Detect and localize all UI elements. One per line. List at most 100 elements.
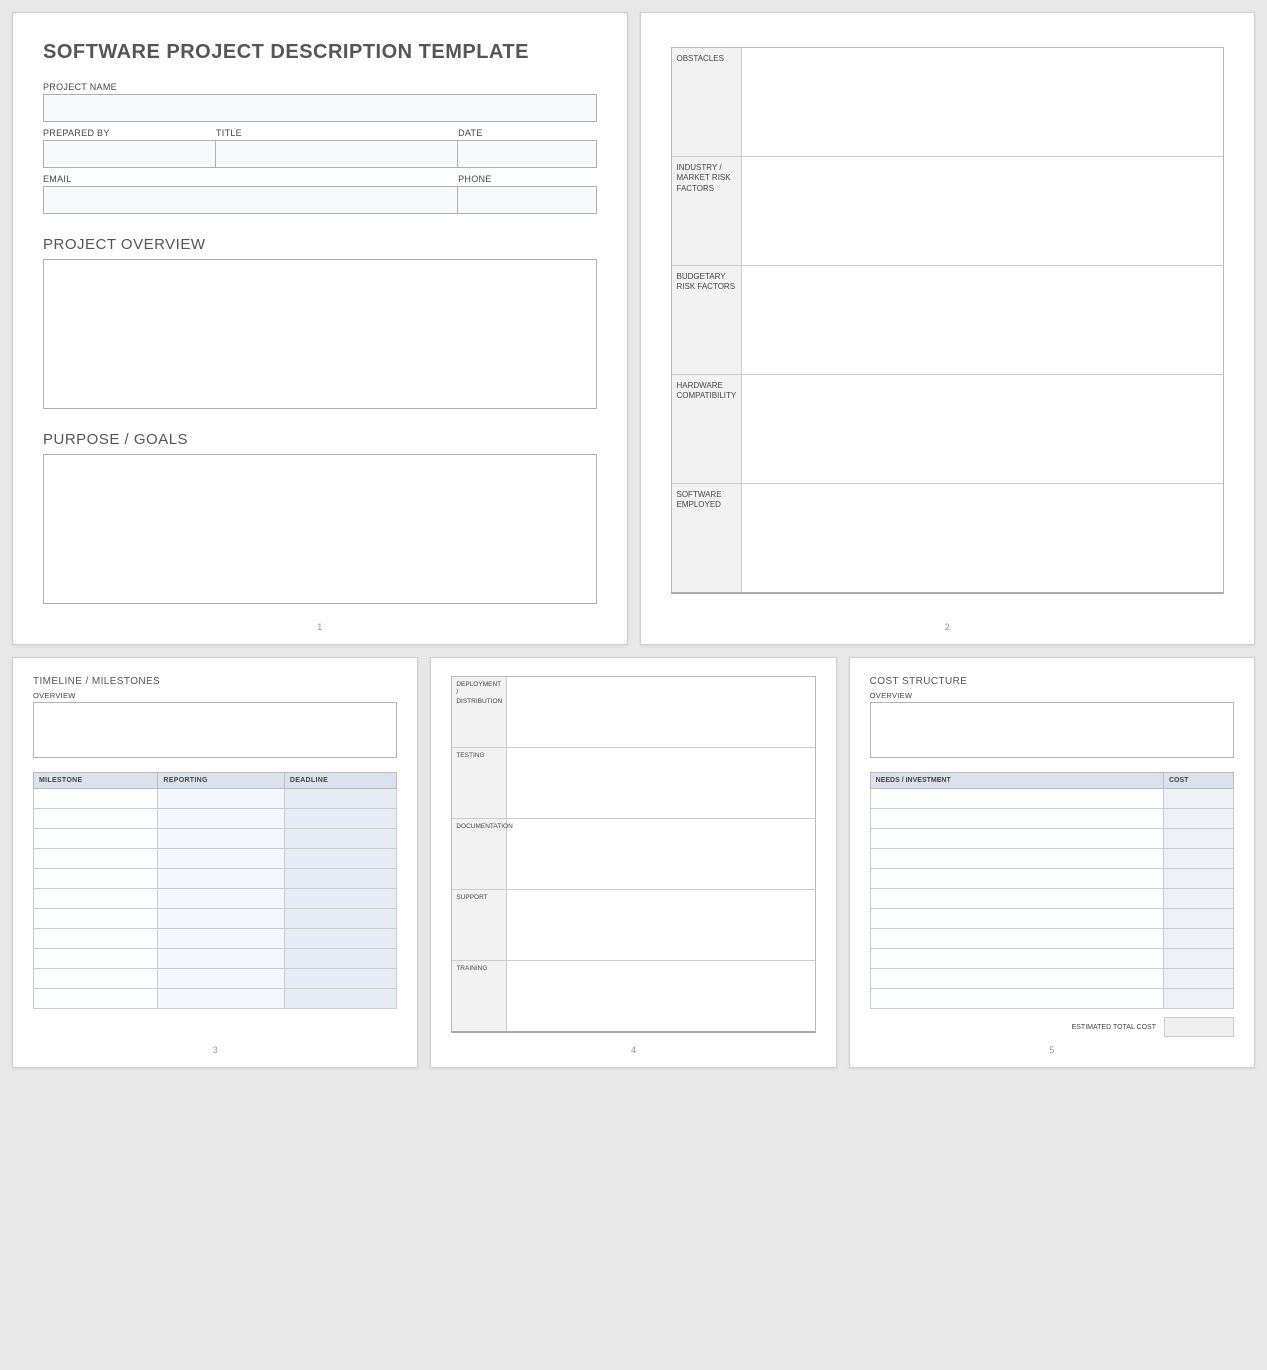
cell-deadline[interactable] [284,809,396,829]
field-timeline-overview[interactable] [33,702,397,758]
cell-reporting[interactable] [158,829,284,849]
cell-cost[interactable] [1164,809,1234,829]
cell-reporting[interactable] [158,849,284,869]
cell-milestone[interactable] [34,949,158,969]
cell-milestone[interactable] [34,789,158,809]
field-date[interactable] [458,140,596,168]
cell-cost[interactable] [1164,969,1234,989]
cell-deadline[interactable] [284,909,396,929]
cell-need[interactable] [870,929,1163,949]
cell-reporting[interactable] [158,889,284,909]
cell-cost[interactable] [1164,949,1234,969]
table-row [34,809,397,829]
label-project-name: PROJECT NAME [43,82,597,92]
cell-reporting[interactable] [158,969,284,989]
column-header: DEADLINE [284,773,396,789]
cell-milestone[interactable] [34,909,158,929]
cell-cost[interactable] [1164,889,1234,909]
cell-milestone[interactable] [34,969,158,989]
cell-reporting[interactable] [158,949,284,969]
cell-deadline[interactable] [284,969,396,989]
row-value[interactable] [742,266,1224,374]
row-label: DEPLOYMENT / DISTRIBUTION [452,677,507,747]
cost-table: NEEDS / INVESTMENTCOST [870,772,1234,1009]
cell-need[interactable] [870,889,1163,909]
cell-cost[interactable] [1164,929,1234,949]
cell-deadline[interactable] [284,949,396,969]
cell-need[interactable] [870,829,1163,849]
row-label: SOFTWARE EMPLOYED [672,484,742,592]
cell-reporting[interactable] [158,789,284,809]
label-overview: OVERVIEW [33,691,397,700]
table-row [34,829,397,849]
cell-need[interactable] [870,989,1163,1009]
row-value[interactable] [507,819,814,889]
label-email: EMAIL [43,174,458,184]
cell-deadline[interactable] [284,869,396,889]
field-project-overview[interactable] [43,259,597,409]
label-date: DATE [458,128,596,138]
field-purpose-goals[interactable] [43,454,597,604]
field-email[interactable] [43,186,458,214]
row-value[interactable] [742,375,1224,483]
cell-milestone[interactable] [34,849,158,869]
cell-milestone[interactable] [34,869,158,889]
cell-deadline[interactable] [284,929,396,949]
table-row: INDUSTRY / MARKET RISK FACTORS [672,156,1224,265]
cell-deadline[interactable] [284,889,396,909]
cell-reporting[interactable] [158,989,284,1009]
cell-need[interactable] [870,869,1163,889]
cell-deadline[interactable] [284,989,396,1009]
table-row [870,989,1233,1009]
risk-table: OBSTACLESINDUSTRY / MARKET RISK FACTORSB… [671,47,1225,594]
table-row: SOFTWARE EMPLOYED [672,483,1224,592]
field-title[interactable] [216,140,458,168]
cell-need[interactable] [870,789,1163,809]
field-cost-overview[interactable] [870,702,1234,758]
field-project-name[interactable] [43,94,597,122]
page-1: SOFTWARE PROJECT DESCRIPTION TEMPLATE PR… [12,12,628,645]
page-4: DEPLOYMENT / DISTRIBUTIONTESTINGDOCUMENT… [430,657,836,1068]
cell-cost[interactable] [1164,869,1234,889]
label-title: TITLE [216,128,458,138]
row-value[interactable] [507,748,814,818]
row-value[interactable] [507,890,814,960]
row-value[interactable] [742,48,1224,156]
field-prepared-by[interactable] [43,140,216,168]
cell-cost[interactable] [1164,849,1234,869]
cell-milestone[interactable] [34,989,158,1009]
cell-milestone[interactable] [34,829,158,849]
label-total-cost: ESTIMATED TOTAL COST [1072,1024,1156,1031]
column-header: REPORTING [158,773,284,789]
cell-milestone[interactable] [34,929,158,949]
cell-reporting[interactable] [158,809,284,829]
row-value[interactable] [742,484,1224,592]
row-value[interactable] [507,677,814,747]
cell-need[interactable] [870,949,1163,969]
heading-timeline: TIMELINE / MILESTONES [33,676,397,687]
table-row [34,969,397,989]
heading-purpose-goals: PURPOSE / GOALS [43,431,597,448]
cell-milestone[interactable] [34,889,158,909]
cell-cost[interactable] [1164,909,1234,929]
cell-need[interactable] [870,909,1163,929]
cell-deadline[interactable] [284,829,396,849]
cell-reporting[interactable] [158,909,284,929]
field-total-cost[interactable] [1164,1017,1234,1037]
cell-reporting[interactable] [158,869,284,889]
row-value[interactable] [742,157,1224,265]
cell-cost[interactable] [1164,989,1234,1009]
cell-cost[interactable] [1164,829,1234,849]
cell-cost[interactable] [1164,789,1234,809]
row-label: OBSTACLES [672,48,742,156]
cell-deadline[interactable] [284,789,396,809]
cell-reporting[interactable] [158,929,284,949]
field-phone[interactable] [458,186,596,214]
cell-need[interactable] [870,969,1163,989]
cell-need[interactable] [870,809,1163,829]
cell-deadline[interactable] [284,849,396,869]
table-row: OBSTACLES [672,48,1224,156]
cell-milestone[interactable] [34,809,158,829]
cell-need[interactable] [870,849,1163,869]
row-value[interactable] [507,961,814,1031]
